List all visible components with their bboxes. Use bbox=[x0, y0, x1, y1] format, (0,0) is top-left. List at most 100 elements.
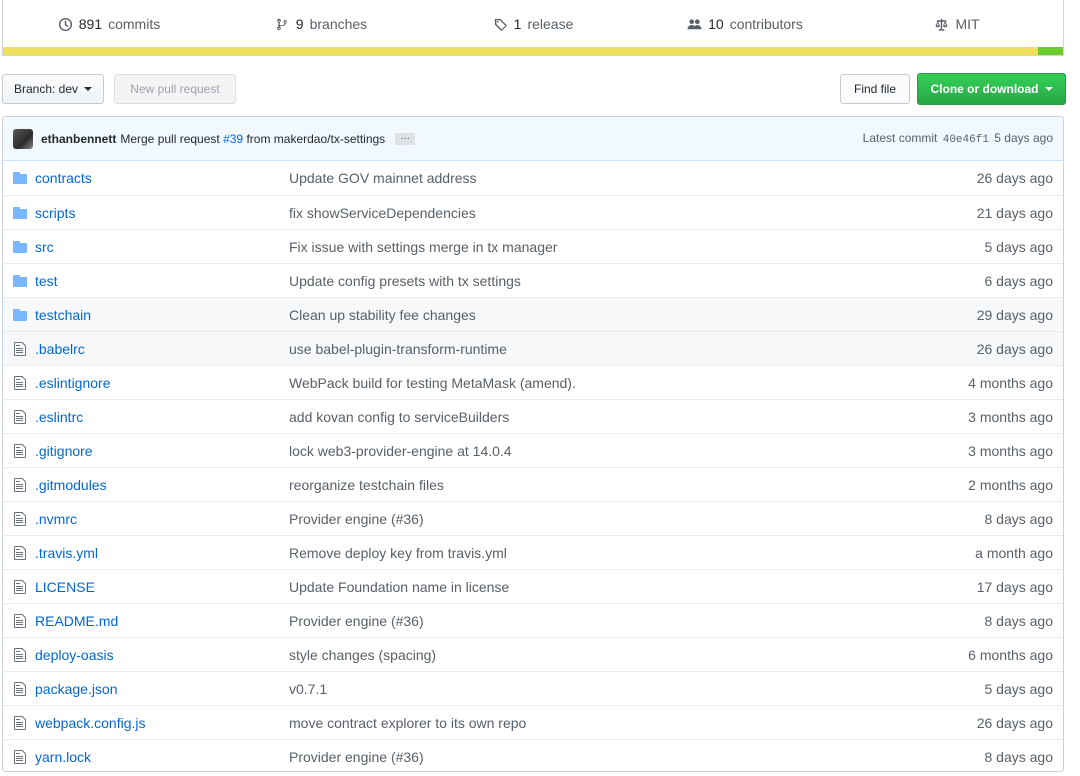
expand-commit-button[interactable]: … bbox=[395, 131, 416, 145]
table-row: .eslintrc add kovan config to serviceBuil… bbox=[3, 399, 1063, 433]
commit-message-link[interactable]: Fix issue with settings merge in tx mana… bbox=[289, 239, 923, 255]
commit-message-link[interactable]: lock web3-provider-engine at 14.0.4 bbox=[289, 443, 923, 459]
table-row: README.md Provider engine (#36) 8 days ago bbox=[3, 603, 1063, 637]
commit-message-link[interactable]: use babel-plugin-transform-runtime bbox=[289, 341, 923, 357]
file-name-link[interactable]: test bbox=[33, 273, 289, 289]
releases-link[interactable]: 1 release bbox=[427, 16, 639, 32]
commit-pr-link[interactable]: #39 bbox=[223, 132, 243, 146]
clone-download-button[interactable]: Clone or download bbox=[917, 73, 1066, 105]
releases-label: release bbox=[527, 16, 574, 32]
file-name-link[interactable]: .eslintignore bbox=[33, 375, 289, 391]
file-icon bbox=[3, 647, 33, 663]
commit-message-link[interactable]: Provider engine (#36) bbox=[289, 613, 923, 629]
commit-message-link[interactable]: Provider engine (#36) bbox=[289, 511, 923, 527]
commits-count: 891 bbox=[78, 16, 103, 32]
file-list: contracts Update GOV mainnet address 26 da… bbox=[3, 161, 1063, 771]
commit-message-link[interactable]: Update GOV mainnet address bbox=[289, 170, 923, 186]
find-file-button[interactable]: Find file bbox=[840, 74, 910, 104]
commit-message-link[interactable]: move contract explorer to its own repo bbox=[289, 715, 923, 731]
table-row: package.json v0.7.1 5 days ago bbox=[3, 671, 1063, 705]
table-row: .babelrc use babel-plugin-transform-runti… bbox=[3, 331, 1063, 365]
commit-age: 6 days ago bbox=[984, 272, 1054, 289]
commit-message-link[interactable]: Clean up stability fee changes bbox=[289, 307, 923, 323]
commit-age: a month ago bbox=[975, 544, 1053, 561]
file-name-link[interactable]: LICENSE bbox=[33, 579, 289, 595]
file-icon bbox=[3, 409, 33, 425]
commit-message-prefix: Merge pull request bbox=[120, 131, 220, 146]
file-name-link[interactable]: README.md bbox=[33, 613, 289, 629]
table-row: .nvmrc Provider engine (#36) 8 days ago bbox=[3, 501, 1063, 535]
folder-icon bbox=[13, 172, 27, 184]
language-bar[interactable] bbox=[3, 47, 1063, 55]
branch-label: Branch: dev bbox=[13, 82, 79, 96]
folder-icon bbox=[3, 307, 33, 323]
commit-message-link[interactable]: fix showServiceDependencies bbox=[289, 205, 923, 221]
file-name-link[interactable]: testchain bbox=[33, 307, 289, 323]
commit-message-link[interactable]: add kovan config to serviceBuilders bbox=[289, 409, 923, 425]
latest-commit-bar: ethanbennett Merge pull request #39 from… bbox=[3, 117, 1063, 161]
folder-icon bbox=[3, 170, 33, 186]
table-row: deploy-oasis style changes (spacing) 6 mon… bbox=[3, 637, 1063, 671]
commits-link[interactable]: 891 commits bbox=[3, 16, 215, 32]
file-name-link[interactable]: scripts bbox=[33, 205, 289, 221]
file-name-link[interactable]: .travis.yml bbox=[33, 545, 289, 561]
people-icon bbox=[687, 18, 702, 29]
commit-age: 6 months ago bbox=[968, 646, 1053, 663]
commit-message-link[interactable]: Update config presets with tx settings bbox=[289, 273, 923, 289]
table-row: .gitignore lock web3-provider-engine at 1… bbox=[3, 433, 1063, 467]
folder-icon bbox=[3, 205, 33, 221]
table-row: webpack.config.js move contract explorer … bbox=[3, 705, 1063, 739]
commit-author-link[interactable]: ethanbennett bbox=[41, 132, 116, 146]
file-name-link[interactable]: .gitmodules bbox=[33, 477, 289, 493]
file-icon bbox=[3, 341, 33, 357]
commit-age: 17 days ago bbox=[976, 578, 1053, 595]
commit-message[interactable]: Merge pull request #39 from makerdao/tx-… bbox=[120, 132, 385, 146]
branch-icon bbox=[276, 18, 287, 30]
language-bar-secondary bbox=[1037, 47, 1063, 55]
commit-message-link[interactable]: reorganize testchain files bbox=[289, 477, 923, 493]
file-name-link[interactable]: package.json bbox=[33, 681, 289, 697]
table-row: .gitmodules reorganize testchain files 2 m… bbox=[3, 467, 1063, 501]
commit-age: 2 months ago bbox=[968, 476, 1053, 493]
commit-message-link[interactable]: v0.7.1 bbox=[289, 681, 923, 697]
commit-message-link[interactable]: Remove deploy key from travis.yml bbox=[289, 545, 923, 561]
table-row: contracts Update GOV mainnet address 26 da… bbox=[3, 161, 1063, 195]
contributors-link[interactable]: 10 contributors bbox=[639, 16, 851, 32]
file-name-link[interactable]: .babelrc bbox=[33, 341, 289, 357]
file-name-link[interactable]: .nvmrc bbox=[33, 511, 289, 527]
law-icon bbox=[935, 18, 948, 31]
commit-message-link[interactable]: style changes (spacing) bbox=[289, 647, 923, 663]
new-pull-request-button[interactable]: New pull request bbox=[114, 74, 236, 104]
commit-age: 21 days ago bbox=[976, 204, 1053, 221]
file-table: ethanbennett Merge pull request #39 from… bbox=[2, 116, 1064, 772]
caret-down-icon bbox=[1044, 87, 1053, 91]
file-icon bbox=[3, 443, 33, 459]
caret-down-icon bbox=[84, 87, 93, 91]
branches-link[interactable]: 9 branches bbox=[215, 16, 427, 32]
license-link[interactable]: MIT bbox=[851, 16, 1063, 32]
commit-message-link[interactable]: WebPack build for testing MetaMask (amen… bbox=[289, 375, 923, 391]
commit-age: 8 days ago bbox=[984, 510, 1054, 527]
file-icon bbox=[14, 409, 26, 424]
file-icon bbox=[14, 715, 26, 730]
file-name-link[interactable]: contracts bbox=[33, 170, 289, 186]
commit-message-link[interactable]: Update Foundation name in license bbox=[289, 579, 923, 595]
file-name-link[interactable]: .eslintrc bbox=[33, 409, 289, 425]
file-name-link[interactable]: yarn.lock bbox=[33, 749, 289, 765]
file-name-link[interactable]: .gitignore bbox=[33, 443, 289, 459]
repo-summary: 891 commits 9 branches 1 release 10 cont… bbox=[2, 0, 1064, 56]
folder-icon bbox=[3, 273, 33, 289]
branches-count: 9 bbox=[295, 16, 304, 32]
file-name-link[interactable]: deploy-oasis bbox=[33, 647, 289, 663]
folder-icon bbox=[13, 206, 27, 219]
table-row: LICENSE Update Foundation name in license… bbox=[3, 569, 1063, 603]
file-icon bbox=[14, 341, 26, 356]
commit-message-link[interactable]: Provider engine (#36) bbox=[289, 749, 923, 765]
file-name-link[interactable]: src bbox=[33, 239, 289, 255]
file-icon bbox=[3, 749, 33, 765]
table-row: yarn.lock Provider engine (#36) 8 days ago bbox=[3, 739, 1063, 771]
commit-sha-link[interactable]: 40e46f1 bbox=[943, 134, 989, 146]
branch-select-button[interactable]: Branch: dev bbox=[2, 74, 104, 104]
avatar[interactable] bbox=[13, 128, 33, 149]
file-name-link[interactable]: webpack.config.js bbox=[33, 715, 289, 731]
